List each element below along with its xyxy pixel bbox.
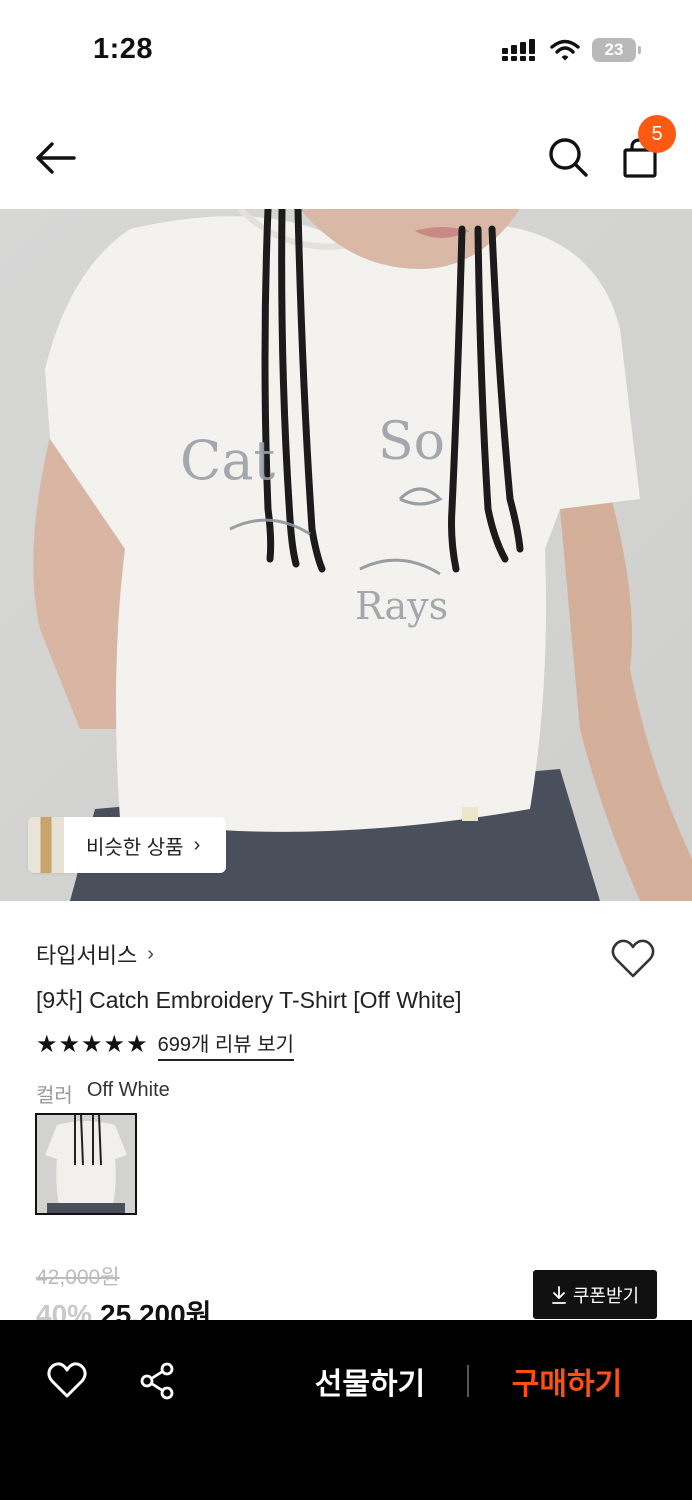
coupon-download-button[interactable]: 쿠폰받기	[533, 1270, 657, 1319]
wifi-icon	[550, 39, 580, 61]
review-link[interactable]: 699개 리뷰 보기	[157, 1028, 295, 1061]
coupon-label: 쿠폰받기	[572, 1285, 640, 1306]
status-time: 1:28	[93, 33, 154, 65]
star-icon: ★	[103, 1030, 126, 1058]
svg-text:Rays: Rays	[355, 584, 448, 628]
color-option-thumbnail[interactable]	[35, 1113, 137, 1215]
like-button[interactable]	[610, 938, 656, 980]
similar-products-label: 비슷한 상품	[86, 836, 184, 859]
buy-button[interactable]: 구매하기	[490, 1356, 644, 1406]
product-title: [9차] Catch Embroidery T-Shirt [Off White…	[36, 987, 462, 1013]
search-icon	[549, 138, 588, 177]
svg-text:So: So	[378, 412, 445, 472]
star-icon: ★	[81, 1030, 103, 1058]
star-icon: ★	[58, 1030, 81, 1058]
color-row: 컬러 Off White	[36, 1079, 170, 1108]
similar-products-thumbnail	[28, 817, 64, 873]
svg-text:Cat: Cat	[180, 429, 276, 492]
search-button[interactable]	[545, 134, 591, 180]
original-price: 42,000원	[36, 1266, 120, 1289]
bottom-action-bar: 선물하기 구매하기	[0, 1320, 692, 1500]
brand-link[interactable]: 타입서비스 ›	[36, 938, 154, 970]
similar-products-button[interactable]: 비슷한 상품 ›	[28, 817, 226, 873]
share-button[interactable]	[138, 1362, 176, 1400]
share-icon	[140, 1362, 174, 1400]
top-nav	[0, 110, 692, 208]
star-icon: ★	[126, 1030, 148, 1058]
product-photo: Cat So Rays	[0, 209, 692, 901]
back-button[interactable]	[30, 136, 80, 180]
rating-stars: ★ ★ ★ ★ ★	[36, 1030, 148, 1058]
status-icons: 23	[502, 38, 641, 62]
chevron-right-icon: ›	[147, 942, 154, 965]
star-icon: ★	[36, 1030, 58, 1058]
brand-name: 타입서비스	[36, 943, 138, 968]
arrow-left-icon	[36, 142, 76, 174]
chevron-right-icon: ›	[193, 833, 201, 856]
cart-count-badge: 5	[638, 115, 676, 153]
download-icon	[551, 1285, 566, 1304]
color-value: Off White	[86, 1079, 170, 1101]
color-label: 컬러	[36, 1085, 73, 1107]
gift-button[interactable]: 선물하기	[290, 1356, 450, 1406]
cellular-signal-icon	[502, 39, 535, 61]
product-image[interactable]: Cat So Rays	[0, 209, 692, 901]
battery-icon: 23	[592, 38, 641, 62]
color-option-photo	[37, 1115, 135, 1213]
divider	[467, 1365, 469, 1397]
wishlist-button[interactable]	[47, 1362, 87, 1400]
rating-row: ★ ★ ★ ★ ★ 699개 리뷰 보기	[36, 1028, 295, 1061]
heart-icon	[47, 1362, 87, 1398]
status-bar: 1:28 23	[0, 0, 692, 100]
heart-icon	[611, 939, 655, 978]
